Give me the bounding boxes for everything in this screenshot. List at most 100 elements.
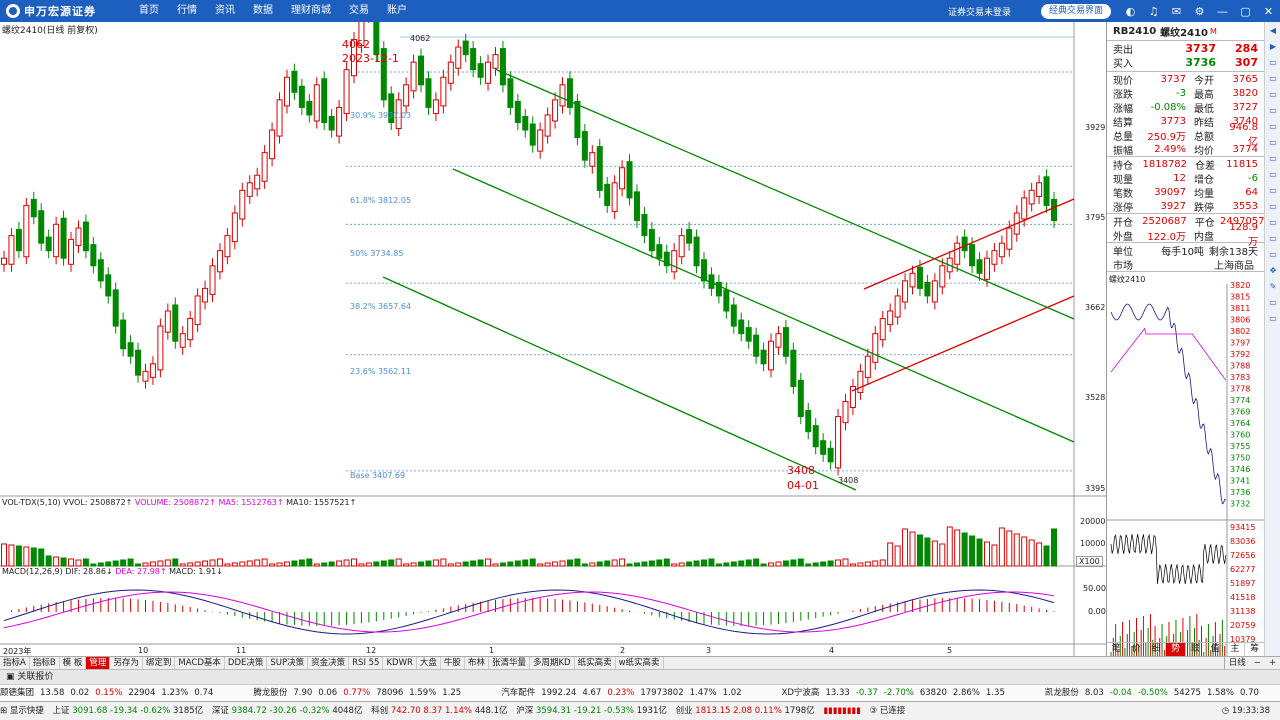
forward-icon[interactable]: ▶	[1265, 38, 1280, 54]
move-icon[interactable]: ✥	[1265, 262, 1280, 278]
nav-trade[interactable]: 交易	[340, 0, 378, 22]
indicator-tab[interactable]: SUP决策	[267, 657, 309, 669]
ticker-item[interactable]: 汽车配件	[501, 688, 535, 698]
indicator-tab[interactable]: 大盘	[417, 657, 441, 669]
maximize-icon[interactable]: ▢	[1239, 5, 1252, 18]
nav-quotes[interactable]: 行情	[168, 0, 206, 22]
mini-y-tick: 3774	[1230, 396, 1250, 405]
index-kc[interactable]: 科创 742.70 8.37 1.14% 448.1亿	[371, 702, 507, 720]
tool-icon[interactable]: ▭	[1265, 214, 1280, 230]
mini-chart[interactable]: 螺纹2410 3820 3815 3811 3806 3802 3797 3792 3788 3…	[1107, 272, 1265, 656]
ticker-item[interactable]: 凯龙股份	[1045, 688, 1079, 698]
nav-data[interactable]: 数据	[244, 0, 282, 22]
quick-toggle[interactable]: ⊞ 显示快捷	[0, 702, 44, 720]
nav-news[interactable]: 资讯	[206, 0, 244, 22]
ticker-item[interactable]: XD宁波高	[782, 688, 820, 698]
minimize-icon[interactable]: —	[1216, 5, 1229, 18]
tool-icon[interactable]: ▭	[1265, 150, 1280, 166]
mini-tab[interactable]: 笔	[1107, 643, 1127, 656]
indicator-tab[interactable]: MACD基本	[175, 657, 225, 669]
expand-icon[interactable]: ▣	[6, 672, 17, 682]
indicator-tab[interactable]: 管理	[86, 657, 111, 669]
ticker-item[interactable]: 顾德集团	[0, 688, 34, 698]
tool-icon[interactable]: ▭	[1265, 310, 1280, 326]
back-icon[interactable]: ◀	[1265, 22, 1280, 38]
candle-body	[425, 78, 432, 108]
tool-icon[interactable]: ▭	[1265, 246, 1280, 262]
tool-icon[interactable]: ▭	[1265, 70, 1280, 86]
ticker-item[interactable]: 腾龙股份	[253, 688, 287, 698]
indicator-tab[interactable]: w纸实高卖	[616, 657, 664, 669]
indicator-tab[interactable]: DDE决策	[225, 657, 268, 669]
fib-label-309: 30.9% 3937.03	[350, 111, 412, 120]
tool-icon[interactable]: ▭	[1265, 230, 1280, 246]
indicator-tab[interactable]: 纸实高卖	[575, 657, 616, 669]
period-label[interactable]: 日线	[1223, 657, 1250, 669]
volume-bar	[179, 563, 186, 567]
vol-unit: X100	[1076, 556, 1103, 567]
index-cy[interactable]: 创业 1813.15 2.08 0.11% 1798亿	[676, 702, 815, 720]
indicator-tab[interactable]: 资金决策	[308, 657, 350, 669]
zoom-in-icon[interactable]: +	[1265, 657, 1280, 669]
tool-icon[interactable]: ▭	[1265, 102, 1280, 118]
quote-key: 仓差	[1195, 160, 1216, 172]
mini-tab[interactable]: 值	[1206, 643, 1226, 656]
indicator-tab[interactable]: 布林	[465, 657, 489, 669]
ticker-item: 17973802	[640, 688, 684, 698]
quote-key: 平仓	[1194, 217, 1215, 229]
ticker-item: 54275	[1173, 688, 1201, 698]
index-hs[interactable]: 沪深 3594.31 -19.21 -0.53% 1931亿	[516, 702, 667, 720]
zoom-out-icon[interactable]: −	[1250, 657, 1265, 669]
classic-trade-button[interactable]: 经典交易界面	[1040, 3, 1111, 19]
login-status[interactable]: 证券交易未登录	[948, 5, 1011, 18]
indicator-tab[interactable]: 模 板	[60, 657, 87, 669]
mini-y-tick: 3746	[1230, 465, 1250, 474]
tool-icon[interactable]: ▭	[1265, 134, 1280, 150]
indicator-tab[interactable]: 指标A	[0, 657, 30, 669]
connection-status[interactable]: ③ 已连接	[869, 702, 905, 720]
nav-home[interactable]: 首页	[130, 0, 168, 22]
volume-bar	[380, 560, 387, 567]
nav-wealth-mall[interactable]: 理财商城	[282, 0, 340, 22]
brand-logo[interactable]: 申万宏源证券	[0, 0, 108, 22]
tool-icon[interactable]: ▭	[1265, 198, 1280, 214]
tool-icon[interactable]: ▭	[1265, 86, 1280, 102]
settings-icon[interactable]: ⚙	[1193, 5, 1206, 18]
mail-icon[interactable]: ✉	[1170, 5, 1183, 18]
indicator-tab[interactable]: 张清华量	[489, 657, 530, 669]
volume-bar	[127, 558, 134, 567]
index-sz[interactable]: 深证 9384.72 -30.26 -0.32% 4048亿	[212, 702, 363, 720]
mini-tab[interactable]: 筹	[1245, 643, 1265, 656]
related-quote-bar[interactable]: ▣ 关联报价	[0, 669, 1280, 684]
theme-icon[interactable]: ◐	[1124, 5, 1137, 18]
nav-account[interactable]: 账户	[378, 0, 416, 22]
mini-tab[interactable]: 细	[1147, 643, 1167, 656]
candle-body	[477, 63, 484, 78]
index-value: 9384.72	[231, 706, 267, 716]
tool-icon[interactable]: ▭	[1265, 294, 1280, 310]
ticker-item: 0.23%	[607, 688, 635, 698]
candle-body	[820, 440, 827, 455]
indicator-tab[interactable]: 另存为	[110, 657, 143, 669]
close-icon[interactable]: ✕	[1262, 5, 1275, 18]
indicator-tab[interactable]: KDWR	[383, 657, 417, 669]
mini-tab[interactable]: 主	[1226, 643, 1246, 656]
indicator-tab[interactable]: 多周期KD	[530, 657, 575, 669]
indicator-tab[interactable]: RSI 55	[349, 657, 384, 669]
headset-icon[interactable]: ♫	[1147, 5, 1160, 18]
kline-chart-area[interactable]: 螺纹2410(日线 前复权) 4062 2023-12-1 4062 3408 …	[0, 22, 1106, 656]
indicator-tab[interactable]: 绑定到	[143, 657, 176, 669]
tool-icon[interactable]: ▭	[1265, 118, 1280, 134]
tool-icon[interactable]: ▭	[1265, 54, 1280, 70]
tool-icon[interactable]: ▭	[1265, 182, 1280, 198]
index-sh[interactable]: 上证 3091.68 -19.34 -0.62% 3185亿	[53, 702, 204, 720]
indicator-tab[interactable]: 指标B	[30, 657, 60, 669]
indicator-tab[interactable]: 牛股	[441, 657, 465, 669]
tool-icon[interactable]: ▭	[1265, 166, 1280, 182]
pen-icon[interactable]: ✎	[1265, 278, 1280, 294]
mini-tab[interactable]: 价	[1127, 643, 1147, 656]
fib-label-236: 23.6% 3562.11	[350, 367, 412, 376]
volume-bar	[135, 563, 142, 567]
mini-tab[interactable]: 势	[1166, 643, 1186, 656]
mini-tab[interactable]: 联	[1186, 643, 1206, 656]
